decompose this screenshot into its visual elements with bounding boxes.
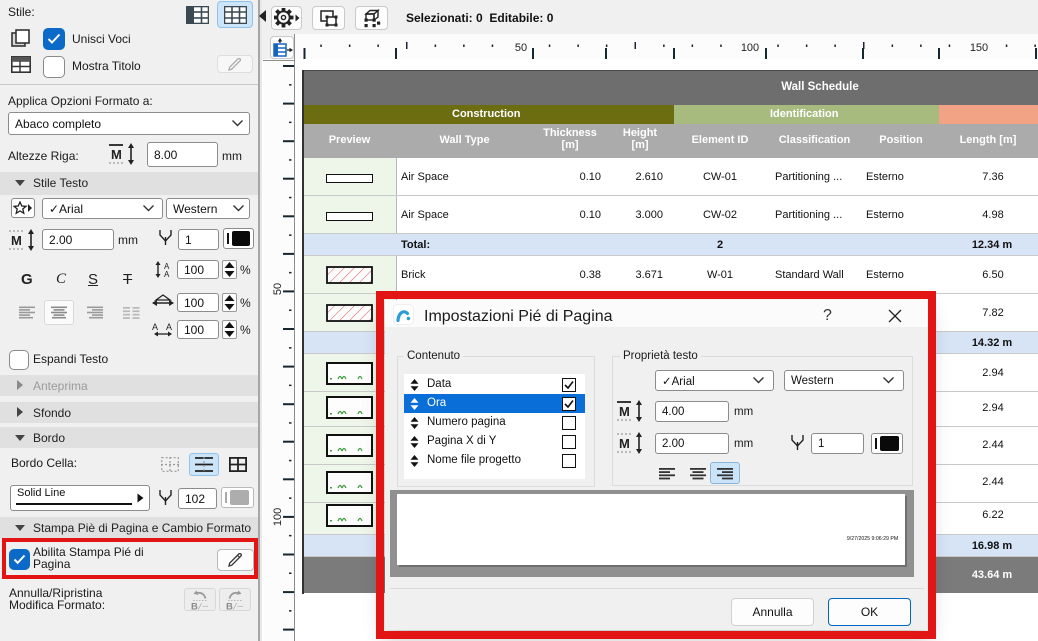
svg-text:50: 50 xyxy=(272,283,284,295)
svg-text:B: B xyxy=(191,602,198,611)
svg-text:150: 150 xyxy=(970,42,988,54)
svg-text:A: A xyxy=(164,270,170,278)
svg-text:100: 100 xyxy=(272,508,284,526)
svg-text:50: 50 xyxy=(515,42,527,54)
svg-text:A: A xyxy=(152,322,158,332)
svg-text:–: – xyxy=(238,601,244,610)
svg-text:M: M xyxy=(111,147,122,162)
svg-text:100: 100 xyxy=(741,42,759,54)
svg-text:–: – xyxy=(203,601,209,610)
svg-text:M: M xyxy=(11,233,22,248)
svg-text:A: A xyxy=(166,322,172,332)
svg-text:B: B xyxy=(226,602,233,611)
